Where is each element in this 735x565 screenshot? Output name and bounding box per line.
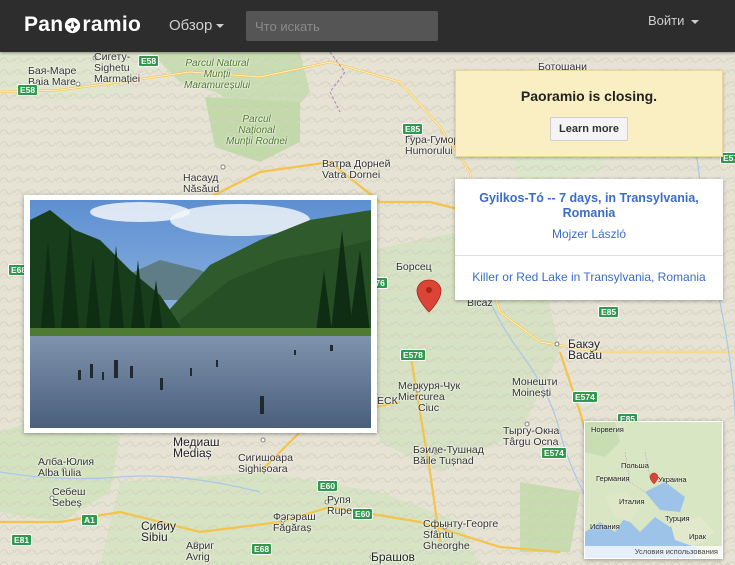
closing-notice: Paoramio is closing. Learn more bbox=[455, 70, 723, 157]
park-label: Parcul Național Munții Rodnei bbox=[226, 114, 288, 147]
notice-title: Paoramio is closing. bbox=[520, 88, 658, 104]
map-label: Сибиу Sibiu bbox=[141, 519, 176, 544]
minimap-label: Ирак bbox=[689, 532, 707, 541]
map-label: Себеш Sebeș bbox=[52, 486, 86, 509]
road-shield: E58 bbox=[17, 84, 39, 96]
browse-menu-button[interactable]: Обзор bbox=[169, 17, 225, 34]
chevron-down-icon bbox=[216, 24, 225, 29]
photo-thumbnail[interactable] bbox=[24, 195, 377, 433]
map-label: Бакэу Bacău bbox=[568, 337, 603, 362]
map-label: Сфынту-Георге Sfântu Gheorghe bbox=[423, 518, 499, 552]
map-label: Гура-Гумор Humorului bbox=[405, 134, 460, 157]
browse-label: Обзор bbox=[169, 17, 213, 34]
map-label: Брашов bbox=[371, 550, 415, 564]
map-terms-link[interactable]: Условия использования bbox=[585, 546, 722, 558]
login-button[interactable]: Войти bbox=[648, 13, 700, 28]
map-label: Меркуря-Чук Miercurea Ciuc bbox=[398, 380, 461, 414]
minimap-label: Италия bbox=[619, 497, 645, 506]
map-label: Тыргу-Окна Târgu Ocna bbox=[503, 425, 560, 448]
minimap-label: Польша bbox=[621, 461, 649, 470]
minimap-label: Испания bbox=[590, 522, 620, 531]
map-label: Борсец bbox=[396, 261, 432, 273]
road-shield: E68 bbox=[251, 543, 273, 555]
photo-title-link[interactable]: Gyilkos-Tó -- 7 days, in Transylvania, R… bbox=[469, 191, 709, 221]
map-label: Медиаш Mediaș bbox=[173, 435, 220, 460]
logo-text-left: Pan bbox=[24, 13, 64, 36]
minimap-label: Турция bbox=[665, 514, 690, 523]
map-label: Сигету- Sighetu Marmației bbox=[94, 52, 141, 85]
map-label: Сигишоара Sighișoara bbox=[238, 452, 293, 475]
divider bbox=[455, 255, 723, 256]
road-shield: E578 bbox=[400, 349, 426, 361]
panoramio-logo[interactable]: Pan ramio bbox=[24, 13, 141, 37]
map-label: Авриг Avrig bbox=[186, 540, 215, 563]
minimap-label: Норвегия bbox=[591, 425, 624, 434]
minimap-label: Украина bbox=[658, 475, 687, 484]
map-label: Фэгэраш Făgăraș bbox=[273, 511, 316, 534]
learn-more-button[interactable]: Learn more bbox=[550, 117, 628, 141]
map-label: Монешти Moinești bbox=[512, 376, 558, 399]
park-label: Parcul Natural Munții Maramureșului bbox=[184, 58, 251, 91]
map-label: Алба-Юлия Alba Iulia bbox=[38, 456, 95, 479]
map-label: Насауд Năsăud bbox=[183, 172, 220, 195]
logo-text-right: ramio bbox=[82, 13, 142, 36]
top-navbar: Pan ramio Обзор Войти bbox=[0, 0, 735, 52]
road-shield: E60 bbox=[352, 508, 374, 520]
road-shield: E574 bbox=[572, 391, 598, 403]
road-shield: E85 bbox=[402, 123, 424, 135]
map-label: ЕСК bbox=[377, 395, 398, 407]
minimap-label: Германия bbox=[596, 474, 630, 483]
road-shield: A1 bbox=[81, 514, 98, 526]
road-shield: E85 bbox=[598, 306, 620, 318]
road-shield: E60 bbox=[317, 480, 339, 492]
road-shield: E574 bbox=[541, 447, 567, 459]
chevron-down-icon bbox=[691, 19, 700, 24]
search-input[interactable] bbox=[246, 11, 438, 41]
overview-minimap[interactable]: Норвегия Польша Германия Украина Италия … bbox=[584, 421, 723, 559]
globe-icon bbox=[65, 17, 81, 33]
map-label: Бэиле-Тушнад Băile Tușnad bbox=[413, 444, 484, 467]
road-shield: E58 bbox=[138, 55, 160, 67]
map-label: Ватра Дорней Vatra Dornei bbox=[322, 158, 391, 181]
photo-description-link[interactable]: Killer or Red Lake in Transylvania, Roma… bbox=[455, 270, 723, 284]
photo-info-card: Gyilkos-Tó -- 7 days, in Transylvania, R… bbox=[455, 179, 723, 300]
login-label: Войти bbox=[648, 13, 685, 28]
road-shield: E81 bbox=[11, 534, 33, 546]
author-link[interactable]: Mojzer László bbox=[455, 227, 723, 241]
lake-photo bbox=[30, 200, 371, 428]
